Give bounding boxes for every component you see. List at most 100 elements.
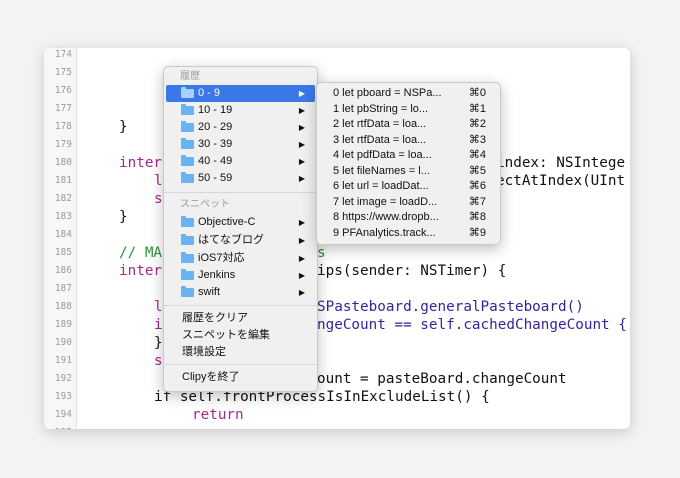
menu-item-label: 50 - 59 — [198, 172, 233, 184]
history-entry-label: 1 let pbString = lo... — [333, 102, 429, 115]
folder-icon — [181, 286, 194, 297]
quit-clipy-item[interactable]: Clipyを終了 — [166, 369, 315, 386]
chevron-right-icon: ▶ — [298, 174, 305, 183]
chevron-right-icon: ▶ — [298, 157, 305, 166]
chevron-right-icon: ▶ — [298, 218, 305, 227]
chevron-right-icon: ▶ — [298, 288, 305, 297]
chevron-right-icon: ▶ — [298, 236, 305, 245]
history-entry-label: 3 let rtfData = loa... — [333, 133, 427, 146]
edit-snippets-item[interactable]: スニペットを編集 — [166, 327, 315, 344]
history-entry-0[interactable]: 0 let pboard = NSPa... ⌘0 — [319, 85, 498, 102]
menu-item-label: Clipyを終了 — [182, 371, 240, 383]
history-entry-8[interactable]: 8 https://www.dropb... ⌘8 — [319, 209, 498, 226]
history-entry-label: 2 let rtfData = loa... — [333, 118, 427, 130]
snippet-folder-ios7[interactable]: iOS7対応 ▶ — [166, 250, 315, 267]
snippet-folder-jenkins[interactable]: Jenkins ▶ — [166, 267, 315, 284]
chevron-right-icon: ▶ — [298, 140, 305, 149]
folder-icon — [181, 104, 194, 115]
menu-item-label: 40 - 49 — [198, 155, 233, 167]
code-fragment: index: NSIntege — [496, 155, 626, 171]
folder-icon — [181, 234, 194, 245]
code-line: return — [192, 407, 244, 423]
folder-icon — [181, 216, 194, 227]
history-header: 履歴 — [180, 71, 200, 82]
code-line: l — [154, 173, 163, 189]
menu-item-label: 10 - 19 — [198, 104, 233, 116]
history-entry-3[interactable]: 3 let rtfData = loa... ⌘3 — [319, 132, 498, 149]
history-entry-1[interactable]: 1 let pbString = lo... ⌘1 — [319, 101, 498, 118]
menu-separator — [164, 305, 317, 306]
clipy-menu: 履歴 0 - 9 ▶ 10 - 19 ▶ 20 - 29 ▶ 30 - 39 ▶… — [163, 66, 318, 392]
history-group-20-29[interactable]: 20 - 29 ▶ — [166, 119, 315, 136]
menu-item-label: 20 - 29 — [198, 121, 233, 133]
shortcut-label: ⌘6 — [468, 180, 486, 192]
folder-icon — [181, 138, 194, 149]
menu-item-label: スニペットを編集 — [182, 329, 270, 341]
history-entry-6[interactable]: 6 let url = loadDat... ⌘6 — [319, 178, 498, 195]
history-entry-4[interactable]: 4 let pdfData = loa... ⌘4 — [319, 147, 498, 164]
chevron-right-icon: ▶ — [298, 106, 305, 115]
history-entry-7[interactable]: 7 let image = loadD... ⌘7 — [319, 194, 498, 211]
code-fragment: SPasteboard.generalPasteboard() — [317, 299, 584, 315]
menu-item-label: 0 - 9 — [198, 87, 221, 99]
history-entry-label: 6 let url = loadDat... — [333, 180, 429, 192]
shortcut-label: ⌘5 — [468, 164, 486, 177]
code-line: s — [154, 191, 163, 207]
menu-item-label: 環境設定 — [182, 346, 226, 358]
shortcut-label: ⌘9 — [468, 226, 486, 239]
menu-item-label: 30 - 39 — [198, 138, 233, 150]
code-line: l — [154, 299, 163, 315]
code-fragment: ount = pasteBoard.changeCount — [317, 371, 567, 387]
history-group-0-9[interactable]: 0 - 9 ▶ — [166, 85, 315, 102]
code-line: s — [154, 353, 163, 369]
history-entry-label: 9 PFAnalytics.track... — [333, 226, 436, 239]
history-entry-label: 7 let image = loadD... — [333, 195, 438, 208]
shortcut-label: ⌘4 — [468, 149, 486, 161]
shortcut-label: ⌘0 — [468, 87, 486, 99]
history-entry-label: 4 let pdfData = loa... — [333, 149, 432, 161]
menu-item-label: iOS7対応 — [198, 252, 245, 264]
menu-item-label: はてなブログ — [198, 234, 264, 246]
chevron-right-icon: ▶ — [298, 254, 305, 263]
menu-item-label: swift — [198, 286, 220, 298]
code-line: } — [119, 209, 128, 225]
preferences-item[interactable]: 環境設定 — [166, 344, 315, 361]
code-comment: // MA — [119, 245, 163, 261]
history-group-40-49[interactable]: 40 - 49 ▶ — [166, 153, 315, 170]
code-line: inter — [119, 155, 163, 171]
history-entry-label: 8 https://www.dropb... — [333, 211, 439, 223]
shortcut-label: ⌘3 — [468, 133, 486, 146]
code-line: inter — [119, 263, 163, 279]
history-entry-5[interactable]: 5 let fileNames = l... ⌘5 — [319, 163, 498, 180]
menu-item-label: 履歴をクリア — [182, 312, 248, 324]
folder-icon — [181, 269, 194, 280]
chevron-right-icon: ▶ — [298, 123, 305, 132]
code-line: } — [154, 335, 163, 351]
folder-icon — [181, 172, 194, 183]
history-group-10-19[interactable]: 10 - 19 ▶ — [166, 102, 315, 119]
chevron-right-icon: ▶ — [298, 89, 305, 98]
folder-icon — [181, 87, 194, 98]
shortcut-label: ⌘2 — [468, 118, 486, 130]
folder-icon — [181, 155, 194, 166]
history-entry-9[interactable]: 9 PFAnalytics.track... ⌘9 — [319, 225, 498, 242]
menu-separator — [164, 364, 317, 365]
clear-history-item[interactable]: 履歴をクリア — [166, 310, 315, 327]
code-line: } — [119, 119, 128, 135]
history-entry-2[interactable]: 2 let rtfData = loa... ⌘2 — [319, 116, 498, 133]
code-fragment: ips(sender: NSTimer) { — [317, 263, 507, 279]
folder-icon — [181, 252, 194, 263]
snippet-folder-objective-c[interactable]: Objective-C ▶ — [166, 214, 315, 231]
menu-item-label: Objective-C — [198, 216, 256, 228]
history-group-30-39[interactable]: 30 - 39 ▶ — [166, 136, 315, 153]
chevron-right-icon: ▶ — [298, 271, 305, 280]
menu-separator — [164, 192, 317, 193]
code-fragment: s — [317, 245, 326, 261]
folder-icon — [181, 121, 194, 132]
snippet-folder-hatena-blog[interactable]: はてなブログ ▶ — [166, 232, 315, 249]
snippet-folder-swift[interactable]: swift ▶ — [166, 284, 315, 301]
code-line: i — [154, 317, 163, 333]
code-fragment: ectAtIndex(UInt — [496, 173, 626, 189]
shortcut-label: ⌘1 — [468, 102, 486, 115]
history-group-50-59[interactable]: 50 - 59 ▶ — [166, 170, 315, 187]
